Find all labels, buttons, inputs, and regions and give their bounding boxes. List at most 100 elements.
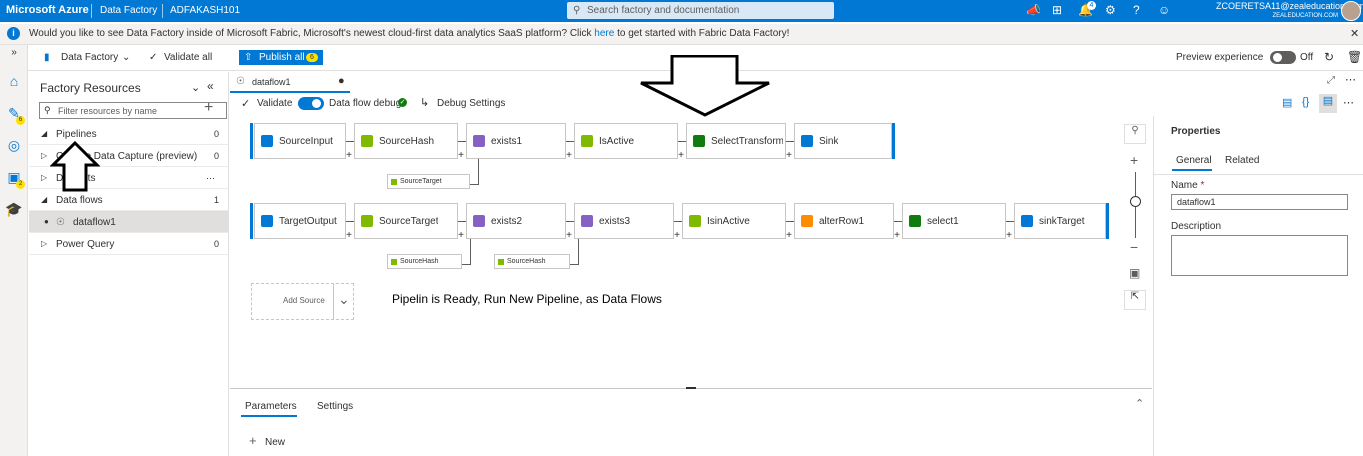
data-factory-menu[interactable]: Data Factory [61,52,118,63]
chevron-down-icon[interactable]: ⌄ [122,52,130,63]
checkmark-icon: ✓ [149,52,158,63]
node-isinactive[interactable]: IsinActive + [682,203,792,241]
tab-related[interactable]: Related [1225,155,1259,166]
help-icon[interactable]: ? [1133,3,1140,17]
banner-link[interactable]: here [594,28,614,39]
refresh-icon[interactable]: ↻ [1324,50,1334,64]
validate-button[interactable]: Validate [257,98,292,109]
node-isactive[interactable]: IsActive + [574,123,684,161]
more-icon: ⋯ [206,173,215,183]
new-parameter-button[interactable]: New [265,437,285,448]
expand-rail-icon[interactable]: » [5,47,23,65]
search-icon[interactable]: ⚲ [1124,124,1146,144]
tab-general[interactable]: General [1176,155,1212,166]
user-name: ZCOERETSA11@zealeducation.com [1216,1,1363,11]
description-field[interactable] [1171,235,1348,276]
author-badge: 6 [16,116,25,125]
close-icon[interactable]: ✕ [1350,27,1359,40]
add-source-label: Add Source [283,296,325,305]
node-sink[interactable]: Sink [794,123,892,159]
tab-dataflow1[interactable]: ☉ dataflow1 ● [230,72,350,93]
zoom-out-icon[interactable]: − [1130,239,1138,255]
reference-sourcehash[interactable]: SourceHash [494,254,570,269]
collapse-icon[interactable]: ⌄ [191,81,200,94]
stream-end-bar [1106,203,1109,239]
zoom-slider-thumb[interactable] [1130,196,1141,207]
tab-parameters[interactable]: Parameters [245,401,297,412]
search-box[interactable]: ⚲ Search factory and documentation [567,2,834,19]
node-exists1[interactable]: exists1 + [466,123,572,161]
debug-settings-icon: ↳ [420,97,430,109]
monitor-icon[interactable]: ◎ [5,137,23,155]
properties-icon[interactable]: ▤ [1319,94,1337,113]
user-org: ZEALEDUCATION.COM [1272,13,1338,19]
gear-icon[interactable]: ⚙ [1105,3,1116,17]
directory-switch-icon[interactable]: ⊞ [1052,3,1062,17]
filter-icon [689,215,701,227]
chevron-down-icon[interactable]: ⌄ [338,291,350,308]
reference-sourcehash[interactable]: SourceHash [387,254,462,269]
select-icon [693,135,705,147]
more-icon[interactable]: ⋯ [1345,73,1356,86]
preview-toggle[interactable] [1270,51,1296,64]
tree-item-power-query[interactable]: ▷ Power Query 0 [29,233,229,255]
stream-start-bar [250,203,253,239]
node-targetoutput[interactable]: TargetOutput + [254,203,352,241]
validate-all-button[interactable]: Validate all [164,52,212,63]
hide-panel-icon[interactable]: « [207,79,214,93]
panel-resize-handle[interactable] [686,387,696,389]
stream-start-bar [250,123,253,159]
zoom-in-icon[interactable]: + [1130,152,1138,168]
azure-brand[interactable]: Microsoft Azure [6,4,89,16]
info-icon: i [7,27,20,40]
debug-settings-button[interactable]: Debug Settings [437,98,505,109]
learning-cap-icon[interactable]: 🎓 [5,201,23,219]
reference-sourcetarget[interactable]: SourceTarget [387,174,470,189]
banner-message: Would you like to see Data Factory insid… [29,28,790,39]
code-icon[interactable]: {} [1302,96,1309,108]
preview-state: Off [1300,52,1314,63]
tab-settings[interactable]: Settings [317,401,353,412]
discard-icon[interactable]: 🗑 [1347,50,1362,64]
sink-icon [1021,215,1033,227]
dataflow-canvas[interactable]: SourceInput + SourceHash + exists1 + IsActi… [230,116,1152,388]
node-select1[interactable]: select1 + [902,203,1012,241]
node-alterrow1[interactable]: alterRow1 + [794,203,900,241]
node-sourcetarget[interactable]: SourceTarget + [354,203,464,241]
node-exists2[interactable]: exists2 + [466,203,572,241]
publish-all-button[interactable]: ⇧ Publish all 6 [239,50,323,65]
user-account[interactable]: ZCOERETSA11@zealeducation.com ZEALEDUCAT… [1216,1,1363,21]
node-selecttransform[interactable]: SelectTransform...+ [686,123,792,161]
breadcrumb-service[interactable]: Data Factory [100,5,157,16]
more-icon[interactable]: ⋯ [1343,96,1354,109]
select-icon [909,215,921,227]
add-resource-icon[interactable]: + [204,99,213,117]
expand-icon[interactable]: ⤢ [1327,75,1335,86]
filter-input[interactable]: ⚲ Filter resources by name [39,102,227,119]
exists-icon [473,215,485,227]
debug-toggle[interactable] [298,97,324,110]
collapse-panel-icon[interactable]: ⌃ [1135,397,1144,410]
exists-icon [581,215,593,227]
auto-align-icon[interactable]: ⇱ [1124,290,1146,310]
feedback-icon[interactable]: ☺ [1158,3,1170,17]
avatar[interactable] [1341,1,1361,21]
fabric-banner: i Would you like to see Data Factory ins… [0,24,1363,45]
node-exists3[interactable]: exists3 + [574,203,680,241]
fit-to-screen-icon[interactable]: ▣ [1129,266,1140,280]
megaphone-icon[interactable]: 📣 [1026,3,1041,17]
breadcrumb-factory[interactable]: ADFAKASH101 [170,5,240,16]
node-sinktarget[interactable]: sinkTarget [1014,203,1106,239]
node-sourcehash[interactable]: SourceHash + [354,123,464,161]
divider [91,4,92,18]
node-sourceinput[interactable]: SourceInput + [254,123,352,161]
home-icon[interactable]: ⌂ [5,73,23,91]
name-field[interactable]: dataflow1 [1171,194,1348,210]
publish-all-label: Publish all [259,52,305,63]
add-source-button[interactable]: Add Source ⌄ [251,283,354,320]
script-icon[interactable]: ▤ [1282,96,1292,109]
tree-item-dataflow1[interactable]: ● ☉ dataflow1 [29,211,229,233]
description-label: Description [1171,221,1222,232]
properties-panel: Properties General Related Name * datafl… [1153,116,1363,456]
connector [346,141,354,142]
